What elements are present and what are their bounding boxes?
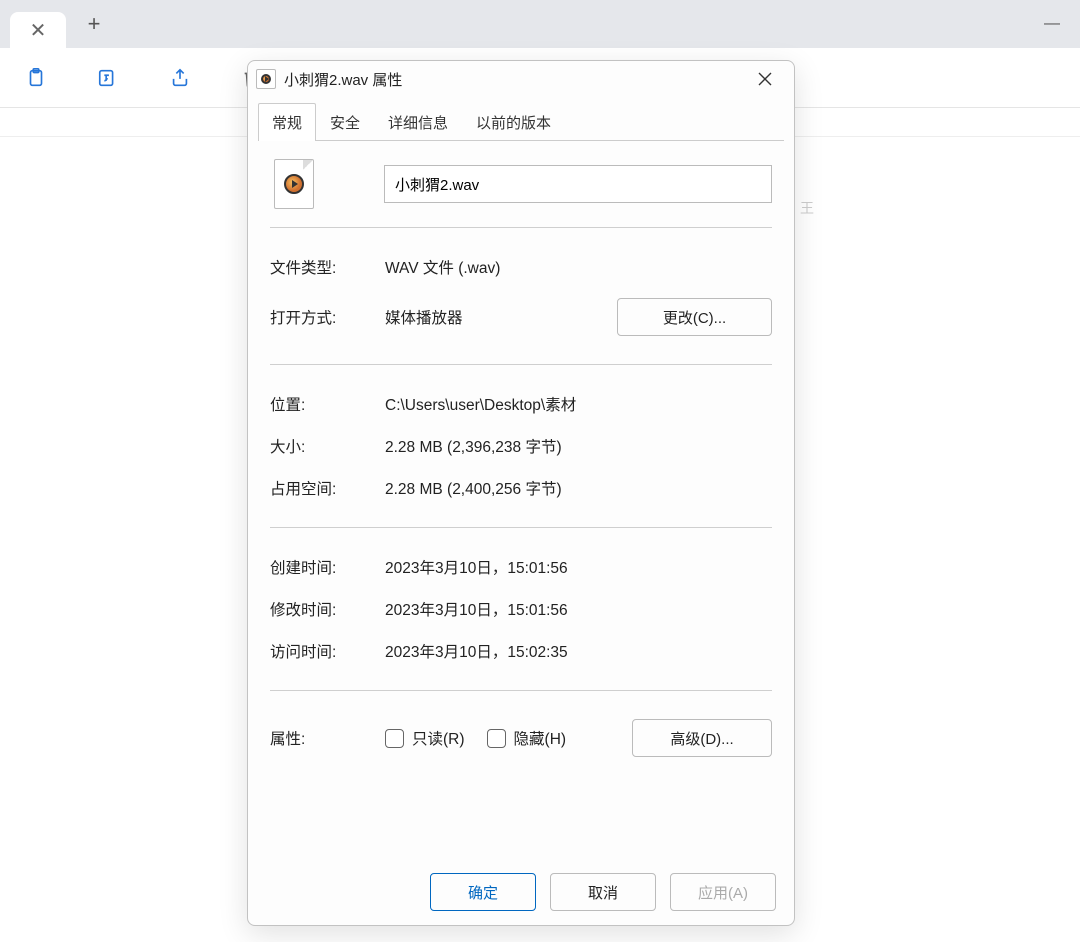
tabs: 常规 安全 详细信息 以前的版本 xyxy=(248,97,794,141)
cancel-button[interactable]: 取消 xyxy=(550,873,656,911)
location-label: 位置: xyxy=(270,393,385,415)
size-on-disk-label: 占用空间: xyxy=(270,477,385,499)
hidden-checkbox[interactable]: 隐藏(H) xyxy=(487,727,567,749)
dialog-titlebar: 小刺猬2.wav 属性 xyxy=(248,61,794,97)
filetype-label: 文件类型: xyxy=(270,256,385,278)
advanced-button[interactable]: 高级(D)... xyxy=(632,719,772,757)
file-icon xyxy=(274,159,314,209)
accessed-value: 2023年3月10日，15:02:35 xyxy=(385,640,772,662)
location-value: C:\Users\user\Desktop\素材 xyxy=(385,393,772,415)
size-value: 2.28 MB (2,396,238 字节) xyxy=(385,435,772,457)
bg-text: 王 xyxy=(800,198,814,218)
created-value: 2023年3月10日，15:01:56 xyxy=(385,556,772,578)
new-tab-button[interactable]: + xyxy=(76,6,112,42)
dialog-footer: 确定 取消 应用(A) xyxy=(248,859,794,925)
tab-panel-general: 文件类型: WAV 文件 (.wav) 打开方式: 媒体播放器 更改(C)...… xyxy=(248,141,794,859)
tab-general[interactable]: 常规 xyxy=(258,103,316,141)
openwith-value: 媒体播放器 xyxy=(385,306,617,328)
translate-icon[interactable] xyxy=(92,62,124,94)
close-button[interactable] xyxy=(744,64,786,94)
file-small-icon xyxy=(256,69,276,89)
change-button[interactable]: 更改(C)... xyxy=(617,298,772,336)
properties-dialog: 小刺猬2.wav 属性 常规 安全 详细信息 以前的版本 文件类型: WAV 文… xyxy=(247,60,795,926)
minimize-icon[interactable]: — xyxy=(1044,15,1060,33)
attributes-label: 属性: xyxy=(270,727,385,749)
share-icon[interactable] xyxy=(164,62,196,94)
apply-button[interactable]: 应用(A) xyxy=(670,873,776,911)
modified-label: 修改时间: xyxy=(270,598,385,620)
modified-value: 2023年3月10日，15:01:56 xyxy=(385,598,772,620)
filetype-value: WAV 文件 (.wav) xyxy=(385,256,772,278)
tab-previous-versions[interactable]: 以前的版本 xyxy=(462,103,565,141)
browser-tabbar: ✕ + — xyxy=(0,0,1080,48)
filename-input[interactable] xyxy=(384,165,772,203)
openwith-label: 打开方式: xyxy=(270,306,385,328)
accessed-label: 访问时间: xyxy=(270,640,385,662)
dialog-title: 小刺猬2.wav 属性 xyxy=(284,69,402,90)
ok-button[interactable]: 确定 xyxy=(430,873,536,911)
tab-details[interactable]: 详细信息 xyxy=(374,103,462,141)
size-on-disk-value: 2.28 MB (2,400,256 字节) xyxy=(385,477,772,499)
window-controls: — xyxy=(1044,15,1070,33)
readonly-label: 只读(R) xyxy=(412,727,465,749)
readonly-checkbox[interactable]: 只读(R) xyxy=(385,727,465,749)
tab-security[interactable]: 安全 xyxy=(316,103,374,141)
clipboard-icon[interactable] xyxy=(20,62,52,94)
hidden-label: 隐藏(H) xyxy=(514,727,567,749)
created-label: 创建时间: xyxy=(270,556,385,578)
size-label: 大小: xyxy=(270,435,385,457)
browser-tab[interactable]: ✕ xyxy=(10,12,66,48)
